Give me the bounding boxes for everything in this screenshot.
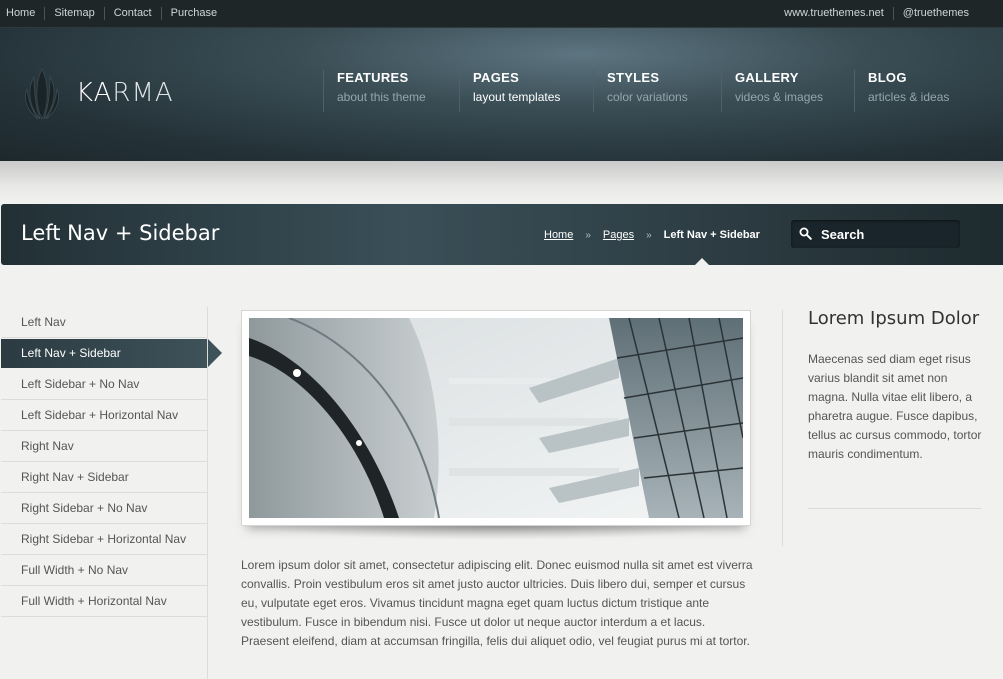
left-nav-item-right-nav[interactable]: Right Nav [1,431,208,462]
page-title: Left Nav + Sidebar [21,221,220,245]
left-nav-item-right-sidebar-no-nav[interactable]: Right Sidebar + No Nav [1,493,208,524]
sidebar-text: Maecenas sed diam eget risus varius blan… [808,352,982,461]
breadcrumb: Home » Pages » Left Nav + Sidebar [544,229,760,241]
top-right-links: www.truethemes.net @truethemes [775,7,969,20]
left-nav-item-left-sidebar-no-nav[interactable]: Left Sidebar + No Nav [1,369,208,400]
breadcrumb-separator: » [585,229,591,241]
architecture-photo [249,318,743,518]
main-nav-pages[interactable]: PAGES layout templates [459,70,593,112]
left-nav-item-label: Left Nav + Sidebar [21,346,121,360]
top-links: Home Sitemap Contact Purchase [6,7,226,20]
body-paragraph: Lorem ipsum dolor sit amet, consectetur … [241,558,753,648]
main-nav-subtitle: color variations [607,90,688,104]
main-nav-title: PAGES [473,70,520,85]
left-nav: Left Nav Left Nav + Sidebar Left Sidebar… [1,307,222,617]
left-nav-item-left-sidebar-horizontal-nav[interactable]: Left Sidebar + Horizontal Nav [1,400,208,431]
left-nav-item-full-width-no-nav[interactable]: Full Width + No Nav [1,555,208,586]
main-nav-features[interactable]: FEATURES about this theme [323,70,459,112]
top-link-contact[interactable]: Contact [103,7,161,20]
left-nav-item-left-nav[interactable]: Left Nav [1,307,208,338]
active-arrow [208,339,222,367]
header-shadow-stripe [0,161,1003,203]
top-link-purchase[interactable]: Purchase [160,7,226,20]
left-nav-item-right-nav-sidebar[interactable]: Right Nav + Sidebar [1,462,208,493]
top-link-twitter[interactable]: @truethemes [892,7,969,20]
featured-image-frame [241,310,751,526]
main-nav: FEATURES about this theme PAGES layout t… [323,70,964,112]
main-nav-subtitle: articles & ideas [868,90,950,104]
logo-text-bold: KA [76,78,113,108]
breadcrumb-separator: » [646,229,652,241]
page-title-bar: Left Nav + Sidebar Home » Pages » Left N… [1,204,1003,265]
top-link-sitemap[interactable]: Sitemap [44,7,103,20]
search-box [791,220,960,248]
main-nav-subtitle: about this theme [337,90,426,104]
breadcrumb-current: Left Nav + Sidebar [663,229,760,241]
top-bar: Home Sitemap Contact Purchase www.trueth… [0,0,1003,28]
search-icon [799,227,812,240]
logo[interactable]: KARMA [22,65,174,121]
logo-text: KARMA [76,78,174,108]
main-nav-title: FEATURES [337,70,409,85]
logo-text-light: RMA [112,78,174,108]
breadcrumb-home[interactable]: Home [544,229,573,241]
top-link-website[interactable]: www.truethemes.net [775,7,893,20]
sidebar-rule [808,508,981,509]
left-nav-item-left-nav-sidebar[interactable]: Left Nav + Sidebar [1,339,222,368]
top-link-home[interactable]: Home [6,7,44,20]
main-nav-gallery[interactable]: GALLERY videos & images [721,70,854,112]
image-shadow [260,526,730,540]
main-nav-styles[interactable]: STYLES color variations [593,70,721,112]
left-nav-item-full-width-horizontal-nav[interactable]: Full Width + Horizontal Nav [1,586,208,617]
breadcrumb-pages[interactable]: Pages [603,229,634,241]
main-nav-title: STYLES [607,70,660,85]
site-header: KARMA FEATURES about this theme PAGES la… [0,28,1003,161]
sidebar-divider [782,310,783,546]
left-nav-item-right-sidebar-horizontal-nav[interactable]: Right Sidebar + Horizontal Nav [1,524,208,555]
main-nav-blog[interactable]: BLOG articles & ideas [854,70,964,112]
logo-leaf-icon [25,68,59,120]
main-nav-title: BLOG [868,70,907,85]
main-nav-subtitle: layout templates [473,90,561,104]
sidebar-title: Lorem Ipsum Dolor [808,308,980,329]
main-nav-subtitle: videos & images [735,90,824,104]
search-input[interactable] [821,226,951,242]
main-nav-title: GALLERY [735,70,799,85]
title-bar-notch [695,258,709,265]
left-nav-divider [207,307,208,679]
